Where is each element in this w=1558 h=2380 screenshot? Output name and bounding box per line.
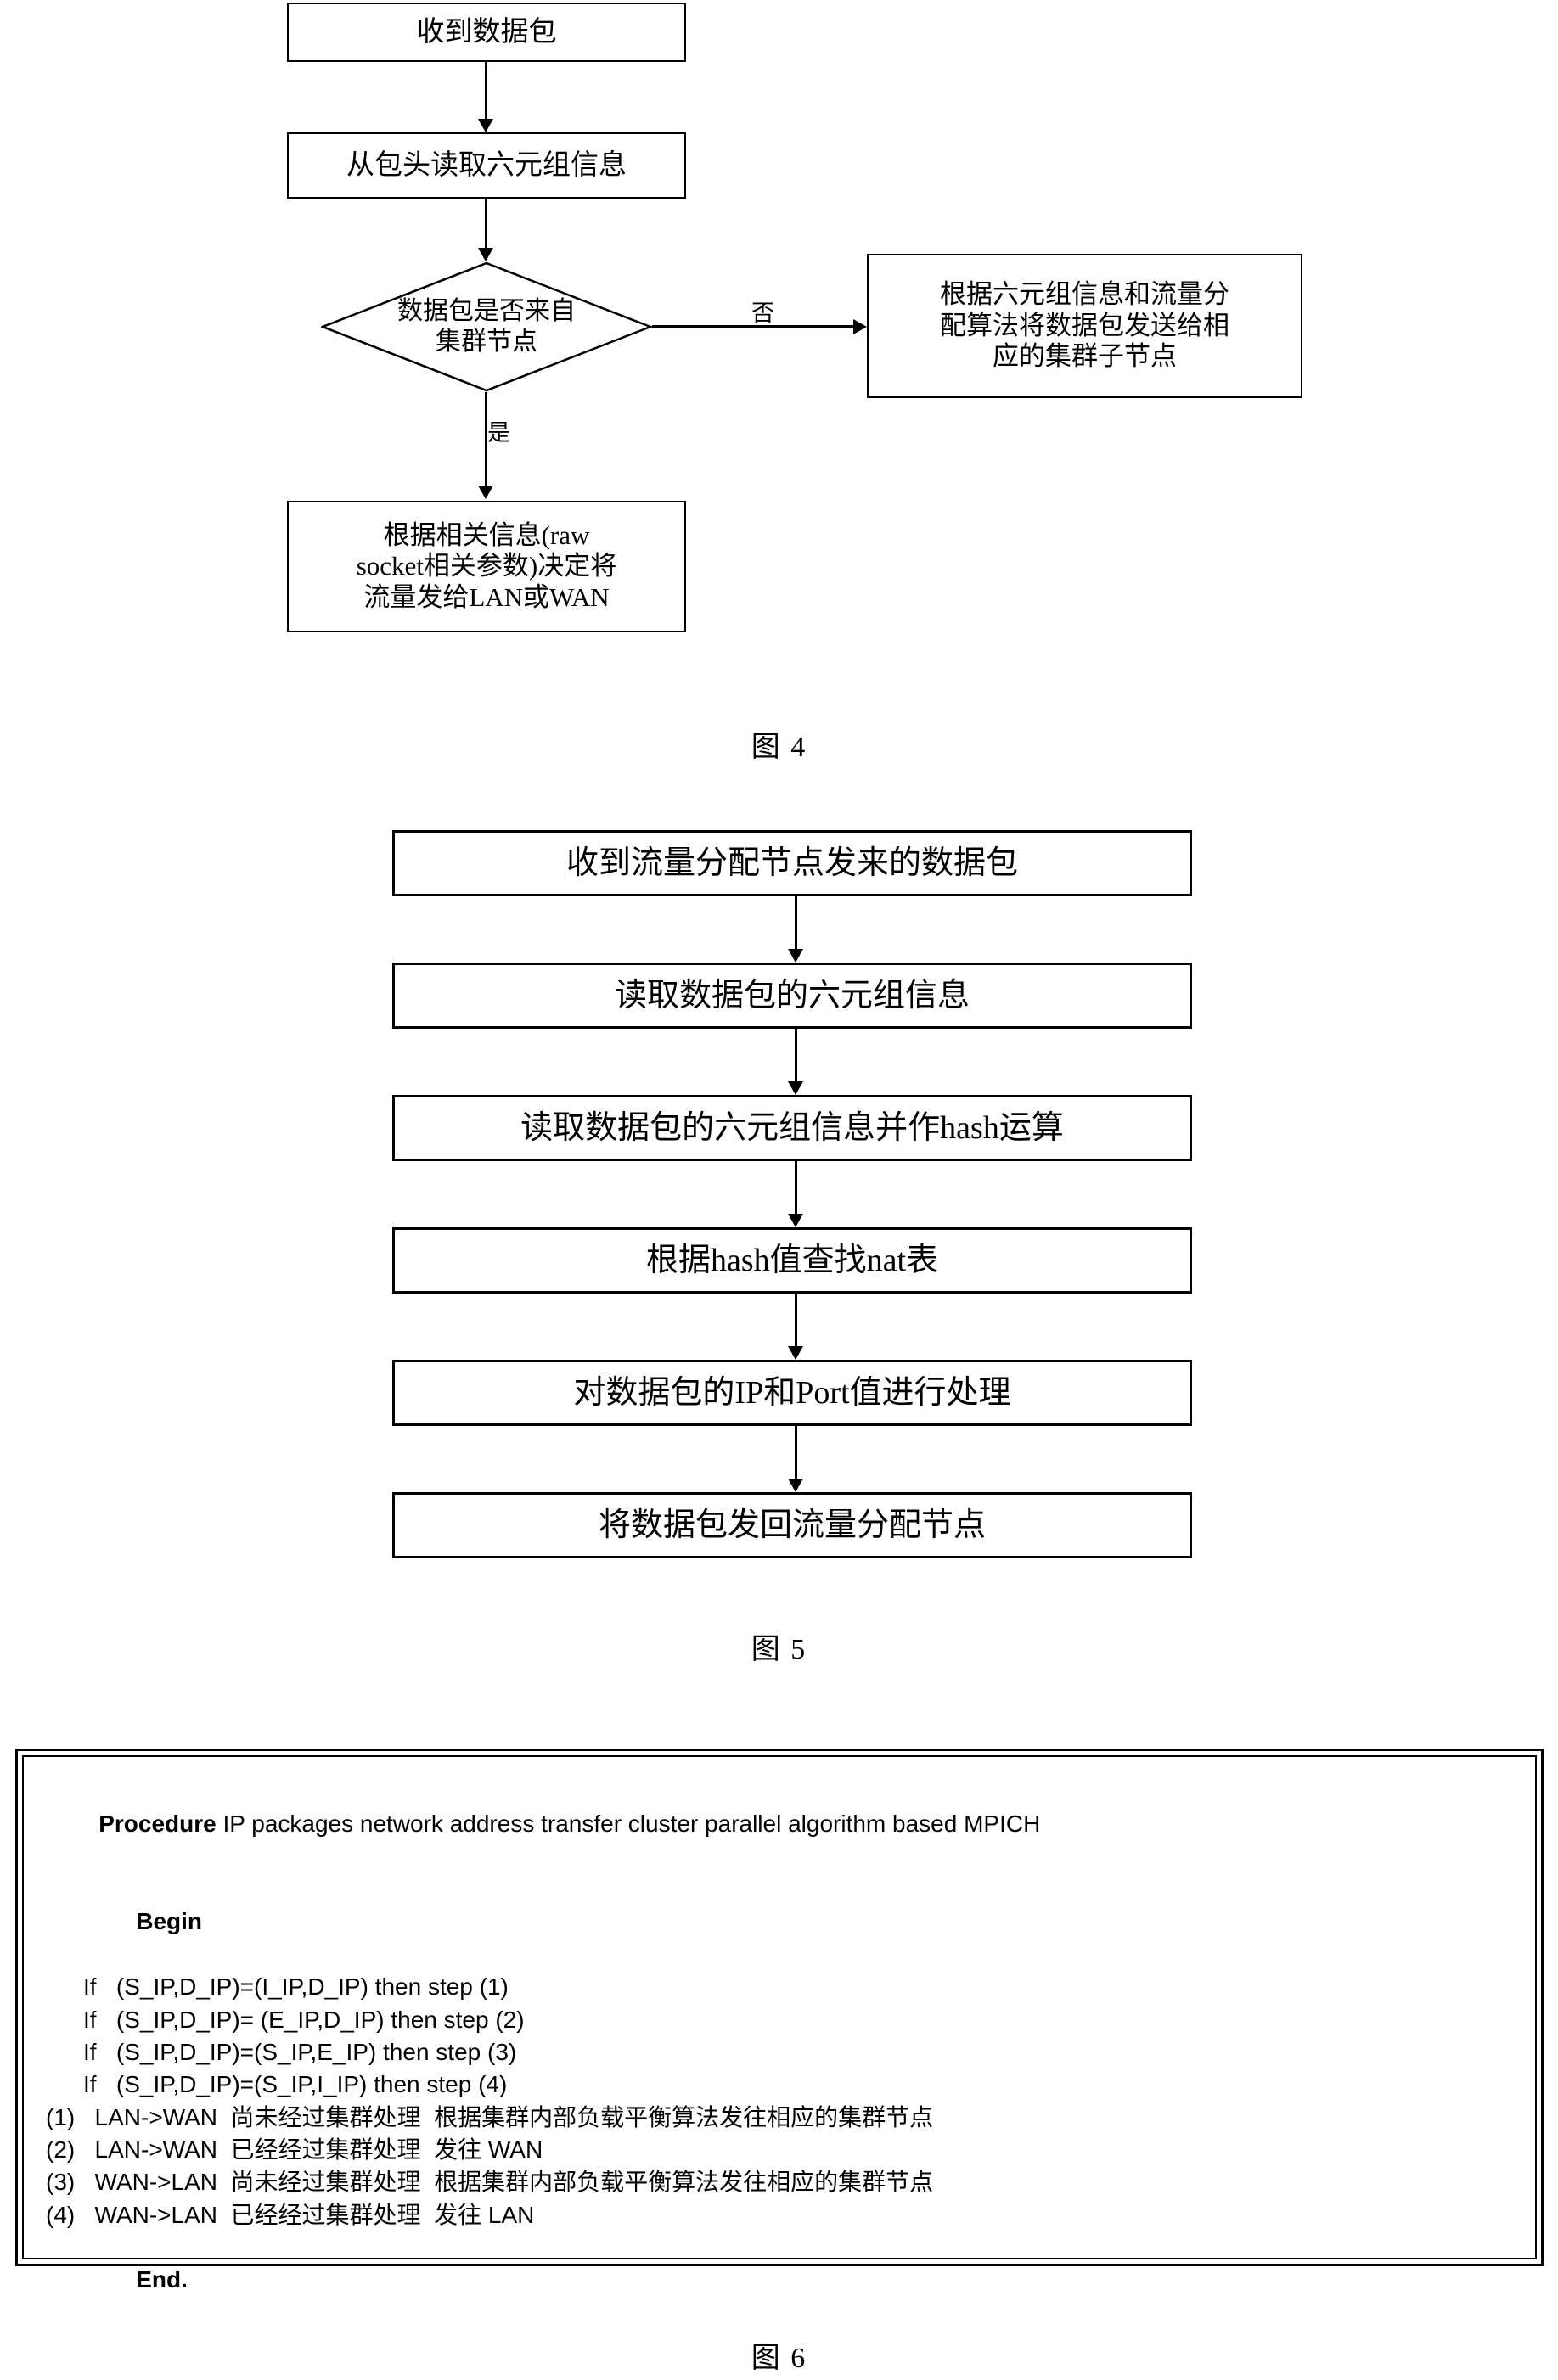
flow-node-f4-no-box: 根据六元组信息和流量分 配算法将数据包发送给相 应的集群子节点 — [867, 254, 1302, 398]
pseudocode-begin-line: Begin — [46, 1873, 1513, 1971]
arrow-f5-2-3 — [788, 1081, 803, 1095]
flow-node-label: 将数据包发回流量分配节点 — [598, 1507, 986, 1543]
flow-node-label: 数据包是否来自 集群节点 — [397, 297, 576, 356]
arrow-f4-decision-yes — [478, 486, 493, 499]
pseudocode-step-line-2: (2) LAN->WAN 已经经过集群处理 发往 WAN — [46, 2136, 543, 2163]
flow-node-f4-decision: 数据包是否来自 集群节点 — [321, 261, 652, 392]
figure-6-caption: 图 6 — [751, 2343, 807, 2374]
flow-node-f5-5: 对数据包的IP和Port值进行处理 — [392, 1360, 1192, 1426]
arrow-f5-1-2 — [788, 949, 803, 963]
pseudocode-begin-keyword: Begin — [136, 1908, 203, 1935]
flow-node-label: 从包头读取六元组信息 — [346, 149, 627, 181]
edge-label-no: 否 — [751, 300, 774, 326]
flow-node-label: 收到数据包 — [416, 16, 557, 48]
pseudocode-procedure-keyword: Procedure — [98, 1810, 217, 1838]
flow-node-label: 读取数据包的六元组信息 — [614, 977, 970, 1013]
edge-label-yes: 是 — [487, 420, 510, 446]
flow-node-label: 对数据包的IP和Port值进行处理 — [573, 1374, 1011, 1411]
flow-node-f4-start: 收到数据包 — [287, 3, 686, 62]
arrow-f4-read-decision — [478, 248, 493, 261]
arrow-f5-4-5 — [788, 1346, 803, 1360]
figure-4-caption: 图 4 — [751, 732, 807, 763]
flow-node-label: 根据六元组信息和流量分 配算法将数据包发送给相 应的集群子节点 — [940, 279, 1229, 372]
figure-4: 收到数据包 从包头读取六元组信息 数据包是否来自 集群节点 否 根据六元组信息和… — [0, 0, 1558, 781]
flow-node-f5-2: 读取数据包的六元组信息 — [392, 963, 1192, 1029]
arrow-f4-decision-no — [853, 319, 867, 334]
flow-node-label: 根据相关信息(raw socket相关参数)决定将 流量发给LAN或WAN — [356, 519, 617, 612]
pseudocode-end-keyword: End. — [136, 2266, 188, 2293]
flow-node-f5-1: 收到流量分配节点发来的数据包 — [392, 830, 1192, 896]
pseudocode-if-line-2: If (S_IP,D_IP)= (E_IP,D_IP) then step (2… — [83, 2006, 525, 2033]
flow-node-label: 根据hash值查找nat表 — [645, 1242, 939, 1278]
pseudocode-procedure-line: Procedure IP packages network address tr… — [46, 1776, 1513, 1873]
flow-node-label: 读取数据包的六元组信息并作hash运算 — [520, 1109, 1064, 1146]
pseudocode-if-line-3: If (S_IP,D_IP)=(S_IP,E_IP) then step (3) — [83, 2038, 517, 2065]
pseudocode-procedure-title: IP packages network address transfer clu… — [216, 1810, 1041, 1838]
flow-node-f4-read: 从包头读取六元组信息 — [287, 132, 686, 199]
figure-6: Procedure IP packages network address tr… — [0, 1749, 1558, 2380]
pseudocode-inner-border: Procedure IP packages network address tr… — [22, 1755, 1537, 2293]
pseudocode-step-line-1: (1) LAN->WAN 尚未经过集群处理 根据集群内部负载平衡算法发往相应的集… — [46, 2103, 934, 2130]
flow-node-f4-yes-box: 根据相关信息(raw socket相关参数)决定将 流量发给LAN或WAN — [287, 501, 686, 632]
flow-node-label: 收到流量分配节点发来的数据包 — [565, 845, 1018, 881]
arrow-f5-3-4 — [788, 1214, 803, 1227]
pseudocode-if-line-1: If (S_IP,D_IP)=(I_IP,D_IP) then step (1) — [83, 1973, 509, 2001]
pseudocode-if-line-4: If (S_IP,D_IP)=(S_IP,I_IP) then step (4) — [83, 2071, 508, 2098]
flow-node-f5-3: 读取数据包的六元组信息并作hash运算 — [392, 1095, 1192, 1161]
pseudocode-end-line: End. — [46, 2231, 1513, 2329]
pseudocode-step-line-4: (4) WAN->LAN 已经经过集群处理 发往 LAN — [46, 2201, 535, 2228]
pseudocode-step-line-3: (3) WAN->LAN 尚未经过集群处理 根据集群内部负载平衡算法发往相应的集… — [46, 2169, 934, 2196]
flow-node-f5-4: 根据hash值查找nat表 — [392, 1227, 1192, 1294]
figure-5: 收到流量分配节点发来的数据包 读取数据包的六元组信息 读取数据包的六元组信息并作… — [0, 806, 1558, 1665]
pseudocode-block: Procedure IP packages network address tr… — [15, 1749, 1544, 2293]
figure-5-caption: 图 5 — [751, 1634, 807, 1665]
arrow-f4-start-read — [478, 119, 493, 132]
arrow-f5-5-6 — [788, 1479, 803, 1492]
flow-node-f5-6: 将数据包发回流量分配节点 — [392, 1492, 1192, 1558]
